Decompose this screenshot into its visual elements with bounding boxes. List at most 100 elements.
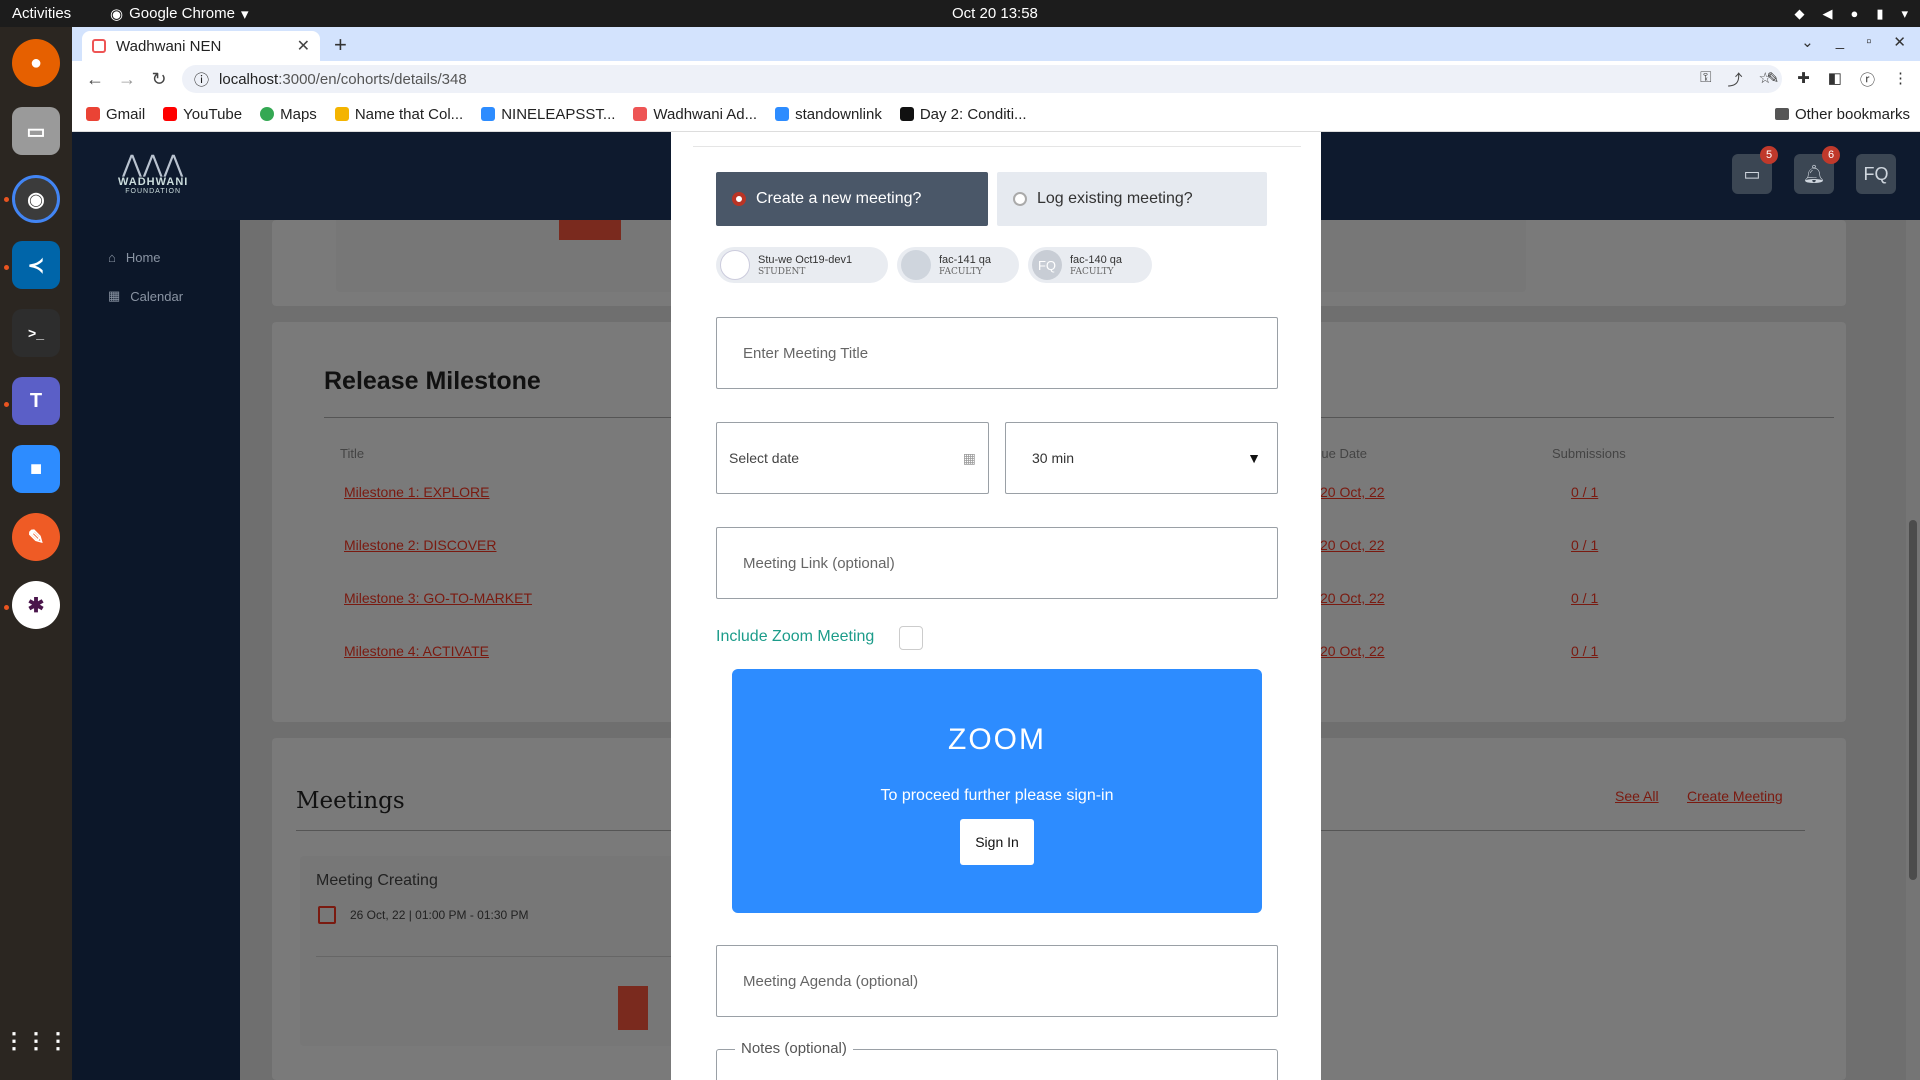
vscode-icon[interactable]: ≺ [12, 241, 60, 289]
milestone-link-4[interactable]: Milestone 4: ACTIVATE [344, 643, 489, 659]
radio-create-new[interactable] [732, 192, 746, 206]
meeting-link-input[interactable]: Meeting Link (optional) [716, 527, 1278, 599]
apps-grid-icon[interactable]: ⋮⋮⋮ [3, 1017, 69, 1065]
duration-select[interactable]: 30 min ▼ [1005, 422, 1278, 494]
milestone-link-1[interactable]: Milestone 1: EXPLORE [344, 484, 490, 500]
mic-icon: ● [1850, 5, 1859, 21]
browser-chrome: Wadhwani NEN ✕ + ⌄ _ ▫ ✕ ← → ↻ ⓘ localho… [72, 27, 1920, 132]
profile-icon[interactable]: ⓡ [1860, 69, 1875, 90]
chevron-down-icon: ▾ [1901, 5, 1908, 21]
tab-title: Wadhwani NEN [116, 37, 222, 55]
participant-chip[interactable]: FQ fac-140 qa FACULTY [1028, 247, 1152, 283]
notifications-button[interactable]: 🔔︎ 6 [1794, 146, 1840, 194]
page-scrollbar[interactable] [1906, 220, 1920, 1080]
add-button[interactable] [559, 220, 621, 240]
sidepanel-icon[interactable]: ◧ [1828, 69, 1842, 90]
meeting-title-input[interactable]: Enter Meeting Title [716, 317, 1278, 389]
chevron-down-icon: ▼ [1247, 450, 1261, 466]
forward-icon[interactable]: → [118, 69, 136, 90]
meeting-card-title: Meeting Creating [316, 872, 438, 889]
extensions-area: ✎ ✚ ◧ ⓡ ⋮ [1767, 69, 1908, 90]
milestone-subs-1[interactable]: 0 / 1 [1571, 484, 1598, 500]
milestone-due-4[interactable]: 20 Oct, 22 [1320, 643, 1385, 659]
notes-label: Notes (optional) [735, 1040, 853, 1057]
reload-icon[interactable]: ↻ [150, 69, 168, 90]
radio-log-existing[interactable] [1013, 192, 1027, 206]
os-top-bar: Activities ◉ Google Chrome ▾ Oct 20 13:58 … [0, 0, 1920, 27]
bookmark-nineleaps[interactable]: NINELEAPSST... [481, 106, 615, 123]
avatar [901, 250, 931, 280]
join-button[interactable] [618, 986, 648, 1030]
notes-textarea[interactable]: Notes (optional) [716, 1040, 1278, 1080]
meeting-card-time: 26 Oct, 22 | 01:00 PM - 01:30 PM [350, 908, 529, 922]
key-icon[interactable]: ⚿ [1700, 69, 1711, 90]
milestone-subs-2[interactable]: 0 / 1 [1571, 537, 1598, 553]
sidebar-item-home[interactable]: ⌂ Home [108, 250, 161, 265]
bookmark-name-that-color[interactable]: Name that Col... [334, 106, 463, 123]
bookmark-youtube[interactable]: YouTube [163, 106, 242, 123]
milestone-due-2[interactable]: 20 Oct, 22 [1320, 537, 1385, 553]
postman-icon[interactable]: ✎ [12, 513, 60, 561]
address-bar[interactable]: ⓘ localhost:3000/en/cohorts/details/348 … [182, 65, 1782, 93]
browser-tab[interactable]: Wadhwani NEN ✕ [82, 31, 320, 61]
bookmark-gmail[interactable]: Gmail [86, 106, 145, 123]
slack-icon[interactable]: ✱ [12, 581, 60, 629]
avatar [720, 250, 750, 280]
sidebar: ⌂ Home ▦ Calendar [72, 220, 240, 1080]
close-window-icon[interactable]: ✕ [1893, 33, 1906, 51]
activities-button[interactable]: Activities [12, 5, 71, 22]
url-path: :3000/en/cohorts/details/348 [278, 70, 467, 88]
meeting-agenda-input[interactable]: Meeting Agenda (optional) [716, 945, 1278, 1017]
bookmarks-bar: Gmail YouTube Maps Name that Col... NINE… [72, 97, 1920, 132]
participant-chip[interactable]: Stu-we Oct19-dev1 STUDENT [716, 247, 888, 283]
chrome-dock-icon[interactable]: ◉ [12, 175, 60, 223]
milestone-subs-3[interactable]: 0 / 1 [1571, 590, 1598, 606]
new-tab-icon[interactable]: + [334, 32, 347, 58]
milestone-due-3[interactable]: 20 Oct, 22 [1320, 590, 1385, 606]
firefox-icon[interactable]: ● [12, 39, 60, 87]
back-icon[interactable]: ← [86, 69, 104, 90]
terminal-icon[interactable]: >_ [12, 309, 60, 357]
create-meeting-link[interactable]: Create Meeting [1687, 788, 1783, 804]
close-tab-icon[interactable]: ✕ [297, 36, 310, 56]
puzzle-icon[interactable]: ✚ [1797, 69, 1810, 90]
zoom-sign-in-button[interactable]: Sign In [960, 819, 1034, 865]
avatar[interactable]: FQ [1856, 154, 1896, 194]
zoom-message: To proceed further please sign-in [880, 787, 1114, 804]
share-icon[interactable]: ⤴ [1728, 69, 1743, 90]
tab-search-icon[interactable]: ⌄ [1801, 33, 1814, 51]
wadhwani-logo[interactable]: ⋀⋀⋀ WADHWANI FOUNDATION [118, 153, 188, 196]
zoom-icon[interactable]: ■ [12, 445, 60, 493]
other-bookmarks[interactable]: Other bookmarks [1774, 106, 1910, 123]
menu-icon[interactable]: ⋮ [1893, 69, 1908, 90]
participant-chip[interactable]: fac-141 qa FACULTY [897, 247, 1019, 283]
teams-icon[interactable]: T [12, 377, 60, 425]
bookmark-day2[interactable]: Day 2: Conditi... [899, 106, 1027, 123]
restore-icon[interactable]: ▫ [1866, 33, 1871, 51]
zoom-bookmark-icon [775, 107, 790, 121]
col-subs: Submissions [1552, 446, 1626, 461]
create-meeting-modal: Create a new meeting? Log existing meeti… [671, 132, 1321, 1080]
milestone-subs-4[interactable]: 0 / 1 [1571, 643, 1598, 659]
milestone-link-2[interactable]: Milestone 2: DISCOVER [344, 537, 497, 553]
include-zoom-checkbox[interactable] [899, 626, 923, 650]
milestone-due-1[interactable]: 20 Oct, 22 [1320, 484, 1385, 500]
system-tray[interactable]: ◆ ◀ ● ▮ ▾ [1794, 6, 1908, 22]
clock[interactable]: Oct 20 13:58 [952, 5, 1038, 22]
site-info-icon[interactable]: ⓘ [194, 69, 209, 90]
bookmark-maps[interactable]: Maps [260, 106, 317, 123]
files-icon[interactable]: ▭ [12, 107, 60, 155]
date-picker[interactable]: Select date ▦ [716, 422, 989, 494]
app-menu[interactable]: ◉ Google Chrome ▾ [110, 5, 249, 23]
minimize-icon[interactable]: _ [1836, 33, 1844, 51]
see-all-link[interactable]: See All [1615, 788, 1659, 804]
chat-button[interactable]: ▭ 5 [1732, 146, 1778, 194]
sidebar-item-calendar[interactable]: ▦ Calendar [108, 288, 183, 304]
bookmark-wadhwani[interactable]: Wadhwani Ad... [633, 106, 757, 123]
bookmark-standownlink[interactable]: standownlink [775, 106, 882, 123]
option-log-existing[interactable]: Log existing meeting? [997, 172, 1267, 226]
chrome-icon: ◉ [110, 5, 124, 23]
milestone-link-3[interactable]: Milestone 3: GO-TO-MARKET [344, 590, 532, 606]
extension-icon[interactable]: ✎ [1767, 69, 1780, 90]
option-create-new[interactable]: Create a new meeting? [716, 172, 988, 226]
